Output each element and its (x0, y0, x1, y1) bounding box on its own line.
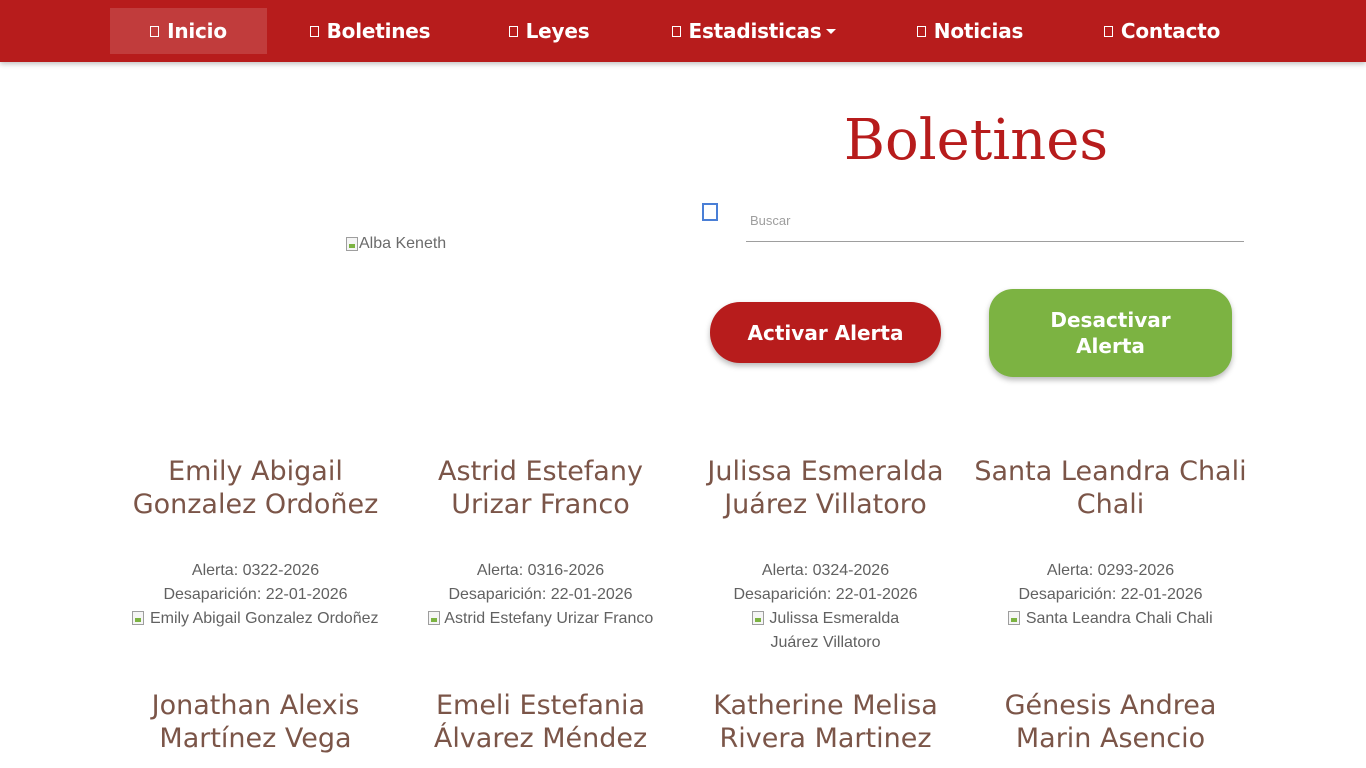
broken-image-icon (751, 611, 764, 625)
nav-item-inicio[interactable]: Inicio (110, 8, 267, 54)
nav-square-icon (1103, 25, 1113, 37)
nav-square-icon (150, 25, 160, 37)
card-disappearance-date: Desaparición: 22-01-2026 (1018, 586, 1203, 603)
bulletin-card[interactable]: Jonathan Alexis Martínez Vega (113, 689, 398, 755)
card-meta: Alerta: 0324-2026 Desaparición: 22-01-20… (683, 559, 968, 655)
card-name[interactable]: Astrid Estefany Urizar Franco (398, 455, 683, 521)
broken-image-icon (132, 611, 145, 625)
broken-image-icon (346, 237, 358, 251)
search-checkbox[interactable] (702, 203, 718, 221)
broken-image-icon (427, 611, 440, 625)
bulletin-card[interactable]: Julissa Esmeralda Juárez Villatoro Alert… (683, 455, 968, 655)
card-disappearance-date: Desaparición: 22-01-2026 (733, 586, 918, 603)
card-photo[interactable]: Santa Leandra Chali Chali (1008, 610, 1213, 627)
card-alert-number: Alerta: 0316-2026 (476, 562, 605, 579)
card-meta: Alerta: 0316-2026 Desaparición: 22-01-20… (398, 559, 683, 631)
card-meta: Alerta: 0322-2026 Desaparición: 22-01-20… (113, 559, 398, 631)
card-name[interactable]: Katherine Melisa Rivera Martinez (683, 689, 968, 755)
card-photo[interactable]: Emily Abigail Gonzalez Ordoñez (132, 610, 379, 627)
nav-item-estadisticas[interactable]: Estadisticas (660, 8, 848, 54)
deactivate-alert-button[interactable]: Desactivar Alerta (989, 289, 1232, 377)
nav-item-label: Boletines (326, 19, 431, 43)
card-photo[interactable]: Julissa Esmeralda Juárez Villatoro (683, 607, 968, 655)
nav-item-label: Contacto (1120, 19, 1221, 43)
nav-square-icon (671, 25, 681, 37)
page-title: Boletines (843, 108, 1109, 173)
card-disappearance-date: Desaparición: 22-01-2026 (163, 586, 348, 603)
bulletin-card[interactable]: Emeli Estefania Álvarez Méndez (398, 689, 683, 755)
card-name[interactable]: Emily Abigail Gonzalez Ordoñez (113, 455, 398, 521)
card-meta: Alerta: 0293-2026 Desaparición: 22-01-20… (968, 559, 1253, 631)
nav-item-label: Leyes (525, 19, 590, 43)
card-photo-alt: Santa Leandra Chali Chali (1025, 610, 1213, 627)
profile-image: Alba Keneth (346, 235, 446, 253)
nav-square-icon (309, 25, 319, 37)
nav-item-boletines[interactable]: Boletines (300, 8, 440, 54)
card-alert-number: Alerta: 0293-2026 (1046, 562, 1175, 579)
nav-item-label: Inicio (167, 19, 227, 43)
card-name[interactable]: Génesis Andrea Marin Asencio (968, 689, 1253, 755)
card-alert-number: Alerta: 0324-2026 (761, 562, 890, 579)
activate-alert-button[interactable]: Activar Alerta (710, 302, 941, 363)
nav-item-label: Estadisticas (688, 19, 822, 43)
bulletin-card[interactable]: Emily Abigail Gonzalez Ordoñez Alerta: 0… (113, 455, 398, 631)
profile-image-alt: Alba Keneth (359, 235, 447, 252)
card-name[interactable]: Santa Leandra Chali Chali (968, 455, 1253, 521)
nav-item-contacto[interactable]: Contacto (1090, 8, 1234, 54)
caret-down-icon (826, 28, 837, 34)
top-navbar: Inicio Boletines Leyes Estadisticas Noti… (0, 0, 1366, 62)
nav-square-icon (508, 25, 518, 37)
bulletin-card[interactable]: Génesis Andrea Marin Asencio (968, 689, 1253, 755)
bulletin-card[interactable]: Astrid Estefany Urizar Franco Alerta: 03… (398, 455, 683, 631)
card-name[interactable]: Emeli Estefania Álvarez Méndez (398, 689, 683, 755)
bulletin-card[interactable]: Santa Leandra Chali Chali Alerta: 0293-2… (968, 455, 1253, 631)
card-photo-alt: Julissa Esmeralda Juárez Villatoro (769, 610, 900, 651)
card-name[interactable]: Julissa Esmeralda Juárez Villatoro (683, 455, 968, 521)
card-photo-alt: Astrid Estefany Urizar Franco (444, 610, 654, 627)
nav-square-icon (916, 25, 926, 37)
card-disappearance-date: Desaparición: 22-01-2026 (448, 586, 633, 603)
nav-item-label: Noticias (933, 19, 1024, 43)
bulletin-card[interactable]: Katherine Melisa Rivera Martinez (683, 689, 968, 755)
card-name[interactable]: Jonathan Alexis Martínez Vega (113, 689, 398, 755)
nav-item-noticias[interactable]: Noticias (902, 8, 1038, 54)
card-alert-number: Alerta: 0322-2026 (191, 562, 320, 579)
broken-image-icon (1008, 611, 1021, 625)
nav-item-leyes[interactable]: Leyes (496, 8, 602, 54)
search-input[interactable] (746, 200, 1244, 242)
card-photo[interactable]: Astrid Estefany Urizar Franco (427, 610, 654, 627)
card-photo-alt: Emily Abigail Gonzalez Ordoñez (149, 610, 379, 627)
